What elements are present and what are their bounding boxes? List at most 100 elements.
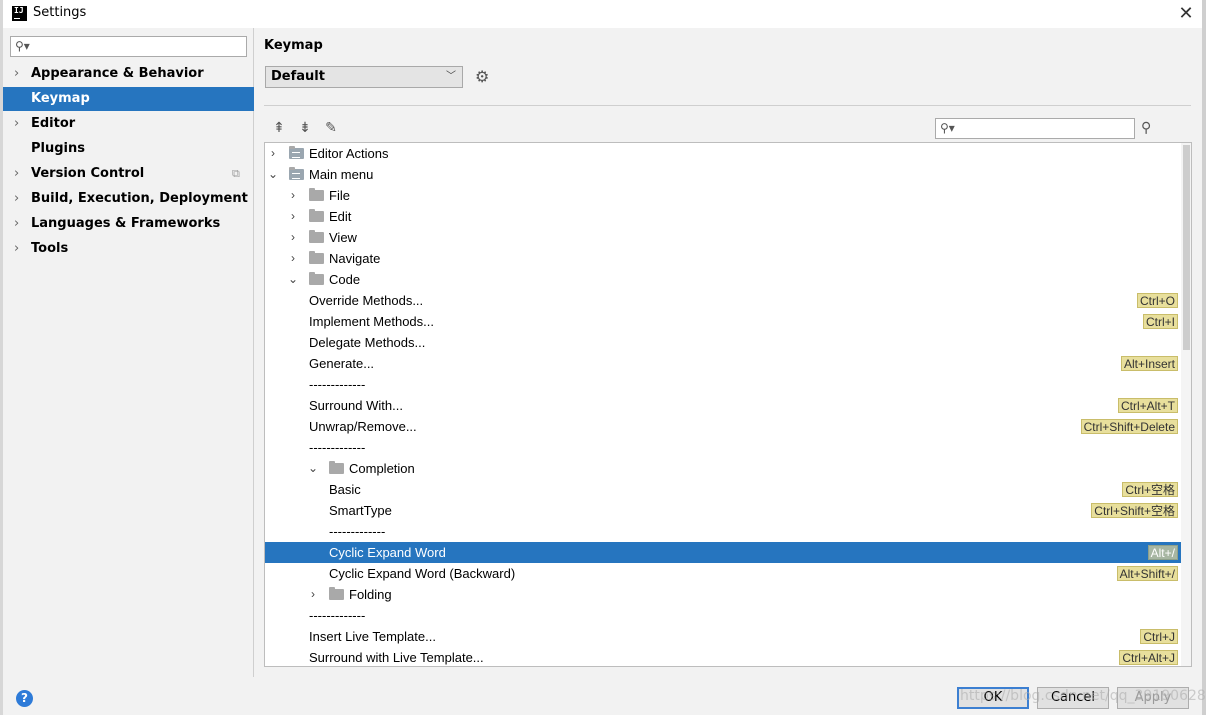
window-title: Settings [33,5,87,20]
sidebar-item-label: Version Control [31,166,145,181]
page-title: Keymap [264,38,323,53]
keymap-scheme-select[interactable]: Default ﹀ [265,66,463,88]
tree-row[interactable]: Surround With... Ctrl+Alt+T [265,395,1181,416]
tree-row[interactable]: Cyclic Expand Word Alt+/ [265,542,1181,563]
shortcut-badge: Alt+/ [1147,545,1178,560]
tree-row[interactable]: Cyclic Expand Word (Backward) Alt+Shift+/ [265,563,1181,584]
tree-row[interactable]: ------------- [265,374,1181,395]
sidebar-item-label: Plugins [31,141,85,156]
folder-icon [329,461,344,474]
tree-row[interactable]: Delegate Methods... [265,332,1181,353]
shortcut-badge: Alt+Insert [1120,356,1178,371]
tree-row[interactable]: › Navigate [265,248,1181,269]
tree-row-label: Generate... [309,356,375,371]
chevron-right-icon[interactable]: › [287,227,299,248]
tree-row[interactable]: ------------- [265,437,1181,458]
sidebar-search-input[interactable]: ⚲▾ [10,36,247,57]
sidebar-item-label: Languages & Frameworks [31,216,221,231]
help-icon[interactable]: ? [16,690,33,707]
shortcut-badge: Alt+Shift+/ [1116,566,1178,581]
tree-row-label: Completion [349,461,415,476]
edit-pencil-icon[interactable]: ✎ [322,119,340,137]
tree-row-label: Main menu [309,167,374,182]
chevron-down-icon[interactable]: ⌄ [267,164,279,185]
tree-row-label: Folding [349,587,392,602]
shortcut-badge: Ctrl+Shift+Delete [1080,419,1178,434]
scrollbar-thumb[interactable] [1183,145,1190,350]
tree-row-label: Surround with Live Template... [309,650,484,665]
tree-row[interactable]: Insert Live Template... Ctrl+J [265,626,1181,647]
tree-row-label: Surround With... [309,398,403,413]
tree-row-label: Editor Actions [309,146,389,161]
tree-row[interactable]: › View [265,227,1181,248]
tree-row[interactable]: Basic Ctrl+空格 [265,479,1181,500]
chevron-right-icon[interactable]: › [287,185,299,206]
tree-row-label: Insert Live Template... [309,629,436,644]
tree-row[interactable]: Generate... Alt+Insert [265,353,1181,374]
tree-row-label: Code [329,272,361,287]
chevron-down-icon: ﹀ [446,71,456,82]
tree-row[interactable]: Surround with Live Template... Ctrl+Alt+J [265,647,1181,666]
tree-row-label: File [329,188,350,203]
sidebar-item-label: Keymap [31,91,90,106]
tree-row-label: Unwrap/Remove... [309,419,417,434]
chevron-right-icon[interactable]: › [14,112,19,136]
chevron-right-icon[interactable]: › [14,162,19,186]
tree-row[interactable]: ------------- [265,605,1181,626]
keymap-scheme-value: Default [271,69,325,84]
tree-row[interactable]: ⌄ Main menu [265,164,1181,185]
tree-row[interactable]: SmartType Ctrl+Shift+空格 [265,500,1181,521]
tree-row[interactable]: Unwrap/Remove... Ctrl+Shift+Delete [265,416,1181,437]
folder-icon [309,188,324,201]
expand-all-icon[interactable]: ⇞ [270,119,288,137]
tree-row-label: ------------- [309,608,366,623]
shortcut-badge: Ctrl+Shift+空格 [1091,503,1178,518]
chevron-right-icon[interactable]: › [14,187,19,211]
action-group-icon [289,167,304,180]
shortcut-badge: Ctrl+Alt+T [1117,398,1178,413]
chevron-right-icon[interactable]: › [14,212,19,236]
sidebar-item-build-execution-deployment[interactable]: › Build, Execution, Deployment [3,187,254,211]
chevron-right-icon[interactable]: › [14,237,19,261]
tree-row[interactable]: › Editor Actions [265,143,1181,164]
shortcut-badge: Ctrl+空格 [1122,482,1178,497]
tree-row[interactable]: ⌄ Completion [265,458,1181,479]
chevron-right-icon[interactable]: › [307,584,319,605]
tree-row[interactable]: › Folding [265,584,1181,605]
folder-icon [309,230,324,243]
sidebar-item-appearance-behavior[interactable]: › Appearance & Behavior [3,62,254,86]
sidebar-item-plugins[interactable]: Plugins [3,137,254,161]
tree-row[interactable]: ⌄ Code [265,269,1181,290]
chevron-right-icon[interactable]: › [267,143,279,164]
tree-row[interactable]: Implement Methods... Ctrl+I [265,311,1181,332]
tree-row[interactable]: › File [265,185,1181,206]
chevron-down-icon[interactable]: ⌄ [287,269,299,290]
folder-icon [309,272,324,285]
gear-icon[interactable]: ⚙ [475,66,493,88]
tree-row[interactable]: ------------- [265,521,1181,542]
settings-sidebar: ⚲▾ › Appearance & Behavior Keymap › Editor Pl… [3,28,254,677]
sidebar-item-version-control[interactable]: › Version Control ⧉ [3,162,254,186]
sidebar-item-tools[interactable]: › Tools [3,237,254,261]
collapse-all-icon[interactable]: ⇟ [296,119,314,137]
chevron-down-icon[interactable]: ⌄ [307,458,319,479]
close-icon[interactable]: ✕ [1173,2,1199,26]
tree-scrollbar[interactable] [1181,143,1191,666]
find-by-shortcut-icon[interactable]: ⚲ [1141,119,1159,137]
divider [264,105,1191,106]
tree-row-label: ------------- [329,524,386,539]
chevron-right-icon[interactable]: › [287,248,299,269]
tree-row[interactable]: Override Methods... Ctrl+O [265,290,1181,311]
action-search-input[interactable]: ⚲▾ [935,118,1135,139]
sidebar-item-languages-frameworks[interactable]: › Languages & Frameworks [3,212,254,236]
sidebar-item-editor[interactable]: › Editor [3,112,254,136]
sidebar-item-label: Build, Execution, Deployment [31,191,248,206]
tree-row[interactable]: › Edit [265,206,1181,227]
tree-row-label: ------------- [309,377,366,392]
sidebar-item-keymap[interactable]: Keymap [3,87,254,111]
chevron-right-icon[interactable]: › [14,62,19,86]
folder-icon [309,209,324,222]
sidebar-item-label: Editor [31,116,76,131]
search-icon: ⚲▾ [940,121,955,135]
chevron-right-icon[interactable]: › [287,206,299,227]
